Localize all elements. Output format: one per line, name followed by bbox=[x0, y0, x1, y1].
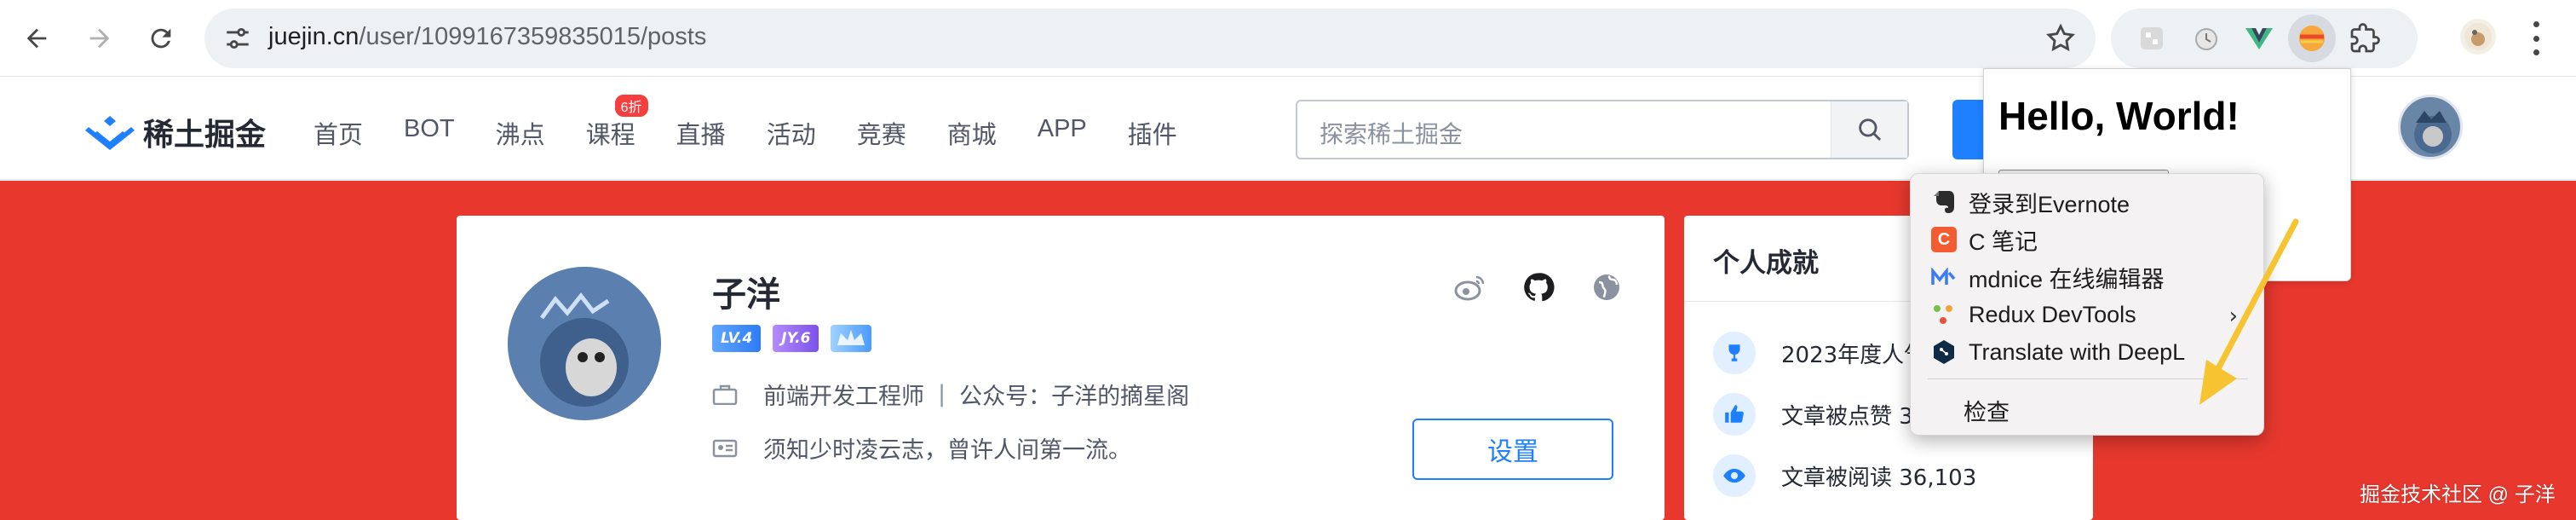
profile-badges: LV.4 JY.6 bbox=[712, 325, 872, 352]
github-icon[interactable] bbox=[1521, 270, 1555, 304]
juejin-logo-icon bbox=[85, 116, 135, 150]
thumbs-up-icon bbox=[1713, 393, 1756, 436]
extension-vue-icon[interactable] bbox=[2242, 21, 2276, 55]
main-nav: 首页 BOT 沸点 课程 6折 直播 活动 竞赛 商城 APP 插件 bbox=[313, 93, 1218, 151]
evernote-icon bbox=[1931, 189, 1957, 215]
menu-item-label: Translate with DeepL bbox=[1969, 338, 2186, 365]
menu-item-label: 登录到Evernote bbox=[1969, 191, 2130, 217]
level-badge[interactable]: LV.4 bbox=[712, 325, 762, 352]
watermark-text: 掘金技术社区 @ 子洋 bbox=[2360, 483, 2556, 506]
extensions-puzzle-icon[interactable] bbox=[2348, 21, 2382, 55]
redux-icon bbox=[1931, 302, 1957, 327]
menu-item-label: mdnice 在线编辑器 bbox=[1969, 266, 2165, 292]
briefcase-icon bbox=[712, 384, 738, 405]
extension-hello-world-icon[interactable] bbox=[2288, 14, 2336, 62]
profile-name: 子洋 bbox=[712, 275, 780, 315]
profile-job-row: 前端开发工程师 | 公众号：子洋的摘星阁 bbox=[712, 378, 1189, 411]
profile-bio: 须知少时凌云志，曾许人间第一流。 bbox=[763, 437, 1131, 464]
user-avatar[interactable] bbox=[2398, 95, 2463, 159]
wechat-account: 公众号：子洋的摘星阁 bbox=[959, 384, 1190, 410]
extension-grid-icon[interactable] bbox=[2135, 21, 2169, 55]
achievement-item: 2023年度人气 bbox=[1713, 332, 1926, 374]
browser-toolbar: juejin.cn/user/1099167359835015/posts bbox=[0, 0, 2576, 77]
profile-bio-row: 须知少时凌云志，曾许人间第一流。 bbox=[712, 431, 1131, 465]
menu-item-inspect[interactable]: 检查 bbox=[1964, 394, 2010, 427]
logo-text: 稀土掘金 bbox=[143, 117, 267, 152]
chrome-profile-avatar[interactable] bbox=[2460, 19, 2496, 55]
reload-icon bbox=[151, 28, 171, 49]
id-card-icon bbox=[712, 439, 738, 457]
profile-card: 子洋 LV.4 JY.6 前端开发工程师 | 公众号：子洋的摘星阁 须知少时凌云… bbox=[457, 216, 1665, 520]
extensions-area bbox=[2111, 9, 2418, 68]
achievement-item: 文章被阅读 36,103 bbox=[1713, 454, 1976, 497]
menu-item-redux-devtools[interactable]: Redux DevTools bbox=[1931, 298, 2136, 332]
reload-button[interactable] bbox=[140, 17, 182, 60]
course-discount-badge: 6折 bbox=[612, 93, 650, 118]
achievement-likes: 文章被点赞 3 bbox=[1781, 403, 1913, 430]
vip-badge[interactable] bbox=[831, 325, 872, 352]
vip-crown-icon bbox=[837, 330, 865, 345]
mdnice-icon bbox=[1931, 264, 1957, 290]
nav-plugins[interactable]: 插件 bbox=[1128, 115, 1177, 151]
achievement-views: 文章被阅读 36,103 bbox=[1781, 465, 1977, 491]
nav-course-label: 课程 bbox=[585, 122, 635, 149]
menu-item-label: C 笔记 bbox=[1969, 228, 2038, 255]
arrow-left-icon bbox=[26, 28, 47, 49]
bookmark-star-icon[interactable] bbox=[2044, 22, 2077, 55]
menu-item-label: Redux DevTools bbox=[1969, 301, 2136, 327]
nav-pins[interactable]: 沸点 bbox=[496, 115, 545, 151]
popup-heading: Hello, World! bbox=[1998, 94, 2240, 138]
nav-course[interactable]: 课程 6折 bbox=[585, 93, 650, 151]
nav-shop[interactable]: 商城 bbox=[947, 115, 997, 151]
menu-item-evernote[interactable]: 登录到Evernote bbox=[1931, 185, 2130, 219]
jy-badge[interactable]: JY.6 bbox=[773, 325, 819, 352]
eye-icon bbox=[1713, 454, 1756, 497]
site-search[interactable]: 探索稀土掘金 bbox=[1296, 100, 1909, 159]
menu-item-mdnice[interactable]: mdnice 在线编辑器 bbox=[1931, 260, 2165, 294]
settings-button[interactable]: 设置 bbox=[1412, 419, 1613, 480]
juejin-logo[interactable]: 稀土掘金 bbox=[85, 110, 266, 154]
weibo-icon[interactable] bbox=[1453, 270, 1487, 304]
back-button[interactable] bbox=[15, 17, 58, 60]
forward-button[interactable] bbox=[78, 17, 121, 60]
site-settings-icon[interactable] bbox=[223, 24, 252, 53]
c-note-icon: C bbox=[1931, 227, 1957, 252]
achievements-title: 个人成就 bbox=[1713, 248, 1819, 279]
trophy-icon bbox=[1713, 332, 1756, 374]
separator: | bbox=[938, 381, 946, 407]
deepl-icon bbox=[1931, 339, 1957, 365]
nav-live[interactable]: 直播 bbox=[676, 115, 726, 151]
url-text: juejin.cn/user/1099167359835015/posts bbox=[268, 23, 707, 50]
achievement-annual: 2023年度人气 bbox=[1781, 342, 1927, 368]
achievement-item: 文章被点赞 3 bbox=[1713, 393, 1913, 436]
address-bar[interactable]: juejin.cn/user/1099167359835015/posts bbox=[204, 9, 2096, 68]
social-links bbox=[1453, 270, 1624, 304]
job-title: 前端开发工程师 bbox=[763, 384, 924, 410]
search-input[interactable]: 探索稀土掘金 bbox=[1320, 116, 1463, 150]
menu-item-deepl[interactable]: Translate with DeepL bbox=[1931, 335, 2185, 369]
arrow-right-icon bbox=[89, 28, 110, 49]
nav-events[interactable]: 活动 bbox=[767, 115, 816, 151]
annotation-arrow-icon bbox=[2199, 218, 2299, 405]
nav-contests[interactable]: 竞赛 bbox=[857, 115, 906, 151]
create-button[interactable] bbox=[1952, 100, 1987, 159]
nav-bot[interactable]: BOT bbox=[404, 115, 455, 151]
menu-item-c-note[interactable]: C C 笔记 bbox=[1931, 222, 2038, 257]
profile-avatar bbox=[508, 267, 661, 420]
browser-menu-icon[interactable] bbox=[2528, 21, 2544, 55]
nav-app[interactable]: APP bbox=[1038, 115, 1087, 151]
search-icon bbox=[1858, 118, 1881, 142]
nav-home[interactable]: 首页 bbox=[313, 115, 363, 151]
website-globe-icon[interactable] bbox=[1590, 270, 1624, 304]
extension-clock-icon[interactable] bbox=[2189, 21, 2223, 55]
search-button[interactable] bbox=[1831, 101, 1907, 158]
